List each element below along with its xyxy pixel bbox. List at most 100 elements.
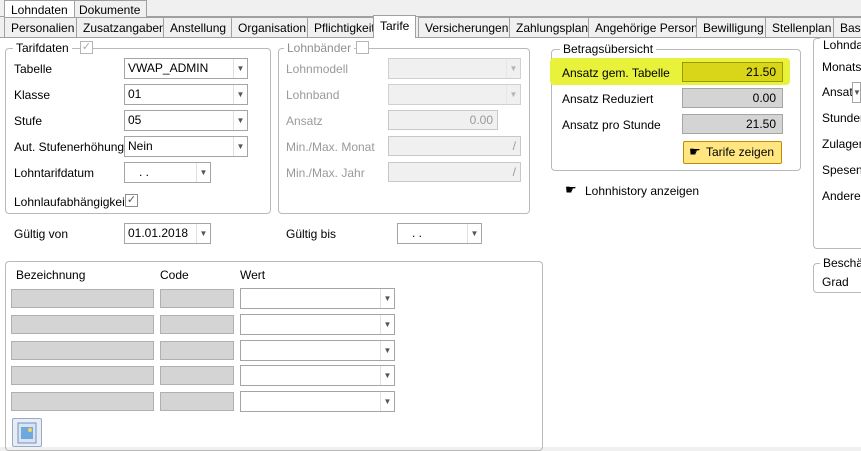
lohnbaender-checkbox[interactable]: [356, 41, 369, 54]
lohntarifdatum-value: . .: [139, 165, 150, 179]
tab-angehoerige-person[interactable]: Angehörige Person: [588, 17, 705, 37]
gueltig-bis-label: Gültig bis: [286, 227, 337, 241]
tabelle-value: VWAP_ADMIN: [128, 61, 209, 75]
tab-bewilligung[interactable]: Bewilligung: [696, 17, 771, 37]
grid-code-cell[interactable]: [160, 315, 234, 334]
hand-pointer-icon: ☛: [565, 182, 577, 197]
klasse-select[interactable]: 01 ▼: [124, 84, 248, 105]
min-max-monat-field[interactable]: /: [388, 136, 521, 156]
grid-wert-select[interactable]: ▼: [240, 314, 395, 335]
wert-header: Wert: [240, 268, 266, 282]
grad-label: Grad: [822, 275, 849, 289]
tab-dokumente[interactable]: Dokumente: [72, 0, 148, 17]
ansatz-reduziert-label: Ansatz Reduziert: [562, 92, 654, 106]
grid-code-cell[interactable]: [160, 366, 234, 385]
lohndaten-side-title: Lohndat: [820, 38, 861, 52]
tab-anstellung[interactable]: Anstellung: [163, 17, 234, 37]
lohntarifdatum-picker[interactable]: . . ▼: [124, 162, 211, 183]
chevron-down-icon: ▼: [233, 85, 247, 104]
tabelle-select[interactable]: VWAP_ADMIN ▼: [124, 58, 248, 79]
side-label-andere: Andere: [822, 189, 861, 203]
min-max-jahr-field[interactable]: /: [388, 162, 521, 182]
ansatz-field[interactable]: 0.00: [388, 110, 498, 130]
tabelle-label: Tabelle: [14, 62, 53, 76]
klasse-label: Klasse: [14, 88, 51, 102]
ansatz-gem-tabelle-label: Ansatz gem. Tabelle: [562, 66, 670, 80]
tarifdaten-title: Tarifdaten: [13, 41, 72, 55]
aut-stufenerhoehung-value: Nein: [128, 139, 153, 153]
code-header: Code: [160, 268, 189, 282]
chevron-down-icon: ▼: [233, 59, 247, 78]
grid-wert-select[interactable]: ▼: [240, 365, 395, 386]
grid-bezeichnung-cell[interactable]: [11, 366, 154, 385]
tab-pflichtigkeit[interactable]: Pflichtigkeit: [307, 17, 382, 37]
stufe-select[interactable]: 05 ▼: [124, 110, 248, 131]
lohnmodell-label: Lohnmodell: [286, 62, 349, 76]
chevron-down-icon: ▼: [196, 224, 210, 243]
gueltig-von-value: 01.01.2018: [128, 226, 189, 240]
tab-versicherungen[interactable]: Versicherungen: [418, 17, 516, 37]
ansatz-gem-tabelle-value: 21.50: [682, 62, 783, 82]
lohnhistory-link[interactable]: Lohnhistory anzeigen: [585, 184, 699, 198]
tab-organisation[interactable]: Organisation: [231, 17, 314, 37]
stufe-value: 05: [128, 113, 142, 127]
side-label-stunden: Stunden: [822, 111, 861, 125]
tab-tarife[interactable]: Tarife: [373, 15, 417, 38]
lohnlaufabhaengigkeit-checkbox[interactable]: ✓: [125, 194, 138, 207]
chevron-down-icon: ▼: [196, 163, 210, 182]
grid-wert-select[interactable]: ▼: [240, 288, 395, 309]
chevron-down-icon: ▼: [233, 137, 247, 156]
tab-lohndaten[interactable]: Lohndaten: [4, 0, 75, 17]
side-label-monatslohn: Monatslo: [822, 60, 861, 74]
lohnlaufabhaengigkeit-label: Lohnlaufabhängigkeit: [14, 195, 129, 209]
grid-code-cell[interactable]: [160, 289, 234, 308]
chevron-down-icon: ▼: [380, 289, 394, 308]
tarife-zeigen-label: Tarife zeigen: [706, 145, 775, 159]
grid-code-cell[interactable]: [160, 341, 234, 360]
chevron-down-icon: ▼: [853, 88, 861, 97]
chevron-down-icon: ▼: [467, 224, 481, 243]
aut-stufenerhoehung-select[interactable]: Nein ▼: [124, 136, 248, 157]
tab-zusatzangaben[interactable]: Zusatzangaben: [76, 17, 173, 37]
grid-code-cell[interactable]: [160, 392, 234, 411]
lohnbaender-title: Lohnbänder: [284, 41, 355, 55]
hand-pointer-icon: ☛: [689, 144, 701, 159]
lohntarifdatum-label: Lohntarifdatum: [14, 166, 95, 180]
ansatz-label: Ansatz: [286, 114, 323, 128]
grid-bezeichnung-cell[interactable]: [11, 315, 154, 334]
tab-zahlungsplan[interactable]: Zahlungsplan: [509, 17, 596, 37]
chevron-down-icon: ▼: [380, 392, 394, 411]
gueltig-von-picker[interactable]: 01.01.2018 ▼: [124, 223, 211, 244]
side-label-spesen: Spesen: [822, 163, 861, 177]
tab-personalien[interactable]: Personalien: [4, 17, 82, 37]
ansatz-reduziert-value: 0.00: [682, 88, 783, 108]
chevron-down-icon: ▼: [380, 366, 394, 385]
lohnband-select[interactable]: ▼: [388, 84, 521, 105]
beschaeftigung-title: Beschä: [820, 256, 861, 270]
chevron-down-icon: ▼: [506, 59, 520, 78]
picture-button[interactable]: [12, 418, 42, 447]
tab-basis[interactable]: Basis: [833, 17, 861, 37]
lohnband-label: Lohnband: [286, 88, 340, 102]
grid-bezeichnung-cell[interactable]: [11, 341, 154, 360]
lohnmodell-select[interactable]: ▼: [388, 58, 521, 79]
stufe-label: Stufe: [14, 114, 43, 128]
betragsuebersicht-title: Betragsübersicht: [560, 42, 657, 56]
gueltig-von-label: Gültig von: [14, 227, 69, 241]
chevron-down-icon: ▼: [506, 85, 520, 104]
gueltig-bis-value: . .: [412, 226, 423, 240]
grid-wert-select[interactable]: ▼: [240, 340, 395, 361]
grid-bezeichnung-cell[interactable]: [11, 392, 154, 411]
bezeichnung-header: Bezeichnung: [16, 268, 86, 282]
tab-stellenplan[interactable]: Stellenplan: [765, 17, 839, 37]
side-label-zulagen: Zulagen: [822, 137, 861, 151]
ansatz-pro-stunde-label: Ansatz pro Stunde: [562, 118, 661, 132]
gueltig-bis-picker[interactable]: . . ▼: [397, 223, 482, 244]
tarifdaten-checkbox[interactable]: ✓: [80, 41, 93, 54]
grid-bezeichnung-cell[interactable]: [11, 289, 154, 308]
min-max-monat-label: Min./Max. Monat: [286, 140, 375, 154]
grid-wert-select[interactable]: ▼: [240, 391, 395, 412]
side-dropdown[interactable]: ▼: [852, 82, 861, 103]
tarife-zeigen-button[interactable]: ☛ Tarife zeigen: [683, 141, 782, 164]
chevron-down-icon: ▼: [233, 111, 247, 130]
